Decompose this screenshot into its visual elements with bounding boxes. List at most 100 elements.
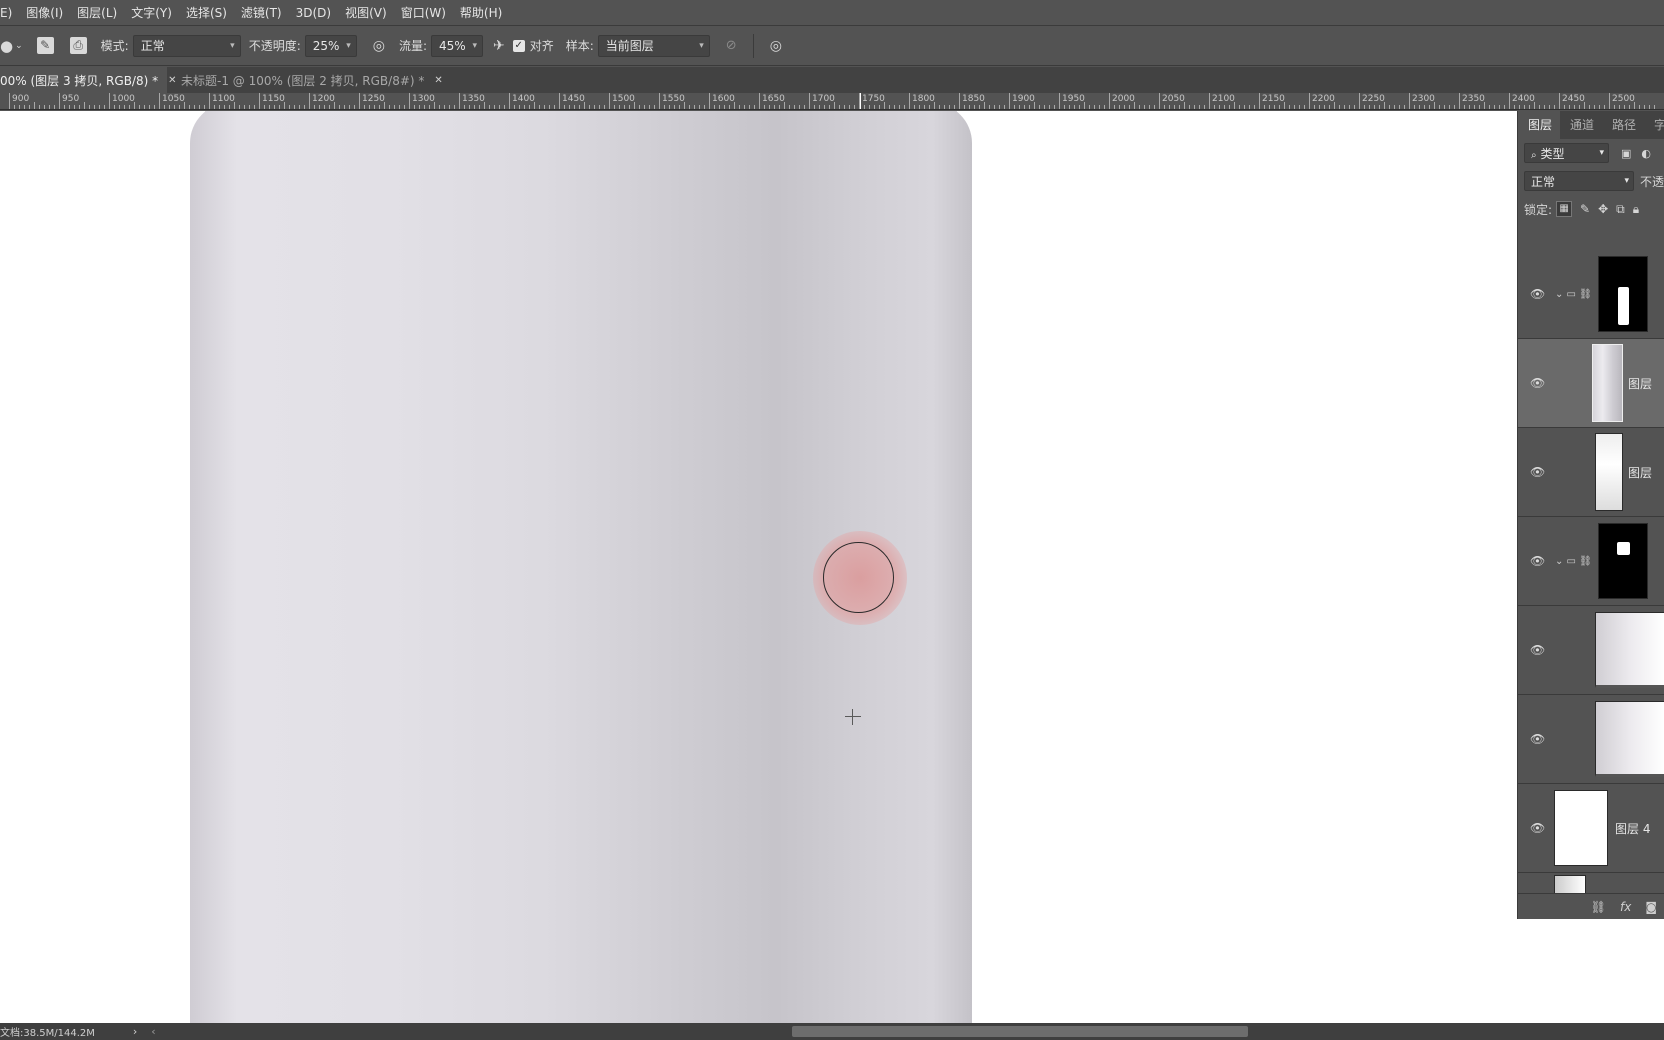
menu-window[interactable]: 窗口(W) (401, 4, 446, 21)
ruler-label: 1650 (762, 94, 785, 104)
layer-group-2[interactable]: 👁︎ ⌄ ▭ ⛓ (1518, 517, 1664, 606)
layer-bottle-selected[interactable]: 👁︎ 图层 (1518, 339, 1664, 428)
group-folder-icon[interactable]: ⌄ ▭ ⛓ (1555, 556, 1592, 567)
link-layers-icon[interactable]: ⛓ (1591, 900, 1606, 914)
blend-mode-select[interactable]: 正常 ▾ (1524, 171, 1634, 191)
eye-icon[interactable]: 👁︎ (1530, 465, 1545, 479)
ruler-minor-tick (729, 105, 730, 109)
flow-field[interactable]: 45% ▾ (431, 34, 483, 57)
menu-help[interactable]: 帮助(H) (460, 4, 502, 21)
ruler-minor-tick (994, 105, 995, 109)
ruler-label: 1850 (962, 94, 985, 104)
mode-select[interactable]: 正常 ▾ (132, 34, 241, 57)
ruler-minor-tick (1189, 105, 1190, 109)
ruler-label: 1250 (362, 94, 385, 104)
pressure-size-icon[interactable]: ◎ (770, 38, 782, 54)
layer-gradient-1[interactable]: 👁︎ (1518, 606, 1664, 695)
ruler-minor-tick (1069, 105, 1070, 109)
ruler-minor-tick (654, 105, 655, 109)
brush-settings-icon[interactable]: ✎ (36, 37, 54, 54)
brush-preset-icon[interactable]: ● (0, 37, 13, 55)
airbrush-icon[interactable]: ✈ (493, 38, 505, 54)
layer-partial[interactable] (1518, 873, 1664, 893)
align-checkbox[interactable]: ✓ (512, 39, 525, 52)
ruler-minor-tick (624, 105, 625, 109)
fx-icon[interactable]: fx (1620, 900, 1631, 914)
ruler-minor-tick (1254, 105, 1255, 109)
ruler-minor-tick (889, 105, 890, 109)
layer-gradient-2[interactable]: 👁︎ (1518, 695, 1664, 784)
menu-layer[interactable]: 图层(L) (77, 4, 117, 21)
menu-image[interactable]: 图像(I) (26, 4, 63, 21)
lock-paint-icon[interactable]: ✎ (1580, 202, 1590, 216)
menu-select[interactable]: 选择(S) (186, 4, 227, 21)
ruler-minor-tick (989, 105, 990, 109)
ruler-minor-tick (464, 105, 465, 109)
tab-layers[interactable]: 图层 (1518, 110, 1561, 139)
ruler-major-tick (509, 93, 510, 109)
tab-active-document[interactable]: 00% (图层 3 拷贝, RGB/8) * ✕ (0, 67, 177, 93)
menu-type[interactable]: 文字(Y) (131, 4, 172, 21)
status-menu-arrow[interactable]: › (133, 1025, 137, 1038)
adjustment-filter-icon[interactable]: ◐ (1641, 147, 1651, 160)
ruler-minor-tick (1554, 105, 1555, 109)
menu-edit[interactable]: E) (0, 6, 12, 20)
ruler-minor-tick (319, 105, 320, 109)
close-icon[interactable]: ✕ (434, 75, 442, 86)
ruler-minor-tick (969, 105, 970, 109)
ruler-minor-tick (1534, 102, 1535, 109)
tab-untitled-document[interactable]: 未标题-1 @ 100% (图层 2 拷贝, RGB/8#) * ✕ (167, 67, 453, 93)
menu-filter[interactable]: 滤镜(T) (241, 4, 282, 21)
ruler-major-tick (1159, 93, 1160, 109)
horizontal-scrollbar[interactable] (792, 1026, 1248, 1037)
ruler-minor-tick (1054, 105, 1055, 109)
menu-view[interactable]: 视图(V) (345, 4, 387, 21)
ruler-minor-tick (1039, 105, 1040, 109)
lock-transparent-icon[interactable]: ▦ (1556, 201, 1573, 217)
eye-icon[interactable]: 👁︎ (1530, 821, 1545, 835)
eye-icon[interactable]: 👁︎ (1530, 643, 1545, 657)
ruler-minor-tick (1574, 105, 1575, 109)
layer-label[interactable]: 👁︎ 图层 (1518, 428, 1664, 517)
tab-more[interactable]: 字 (1644, 116, 1664, 139)
ruler-label: 2150 (1262, 94, 1285, 104)
eye-icon[interactable]: 👁︎ (1530, 732, 1545, 746)
layer-filter-select[interactable]: ⌕ 类型 ▾ (1524, 143, 1609, 163)
ruler-minor-tick (1614, 105, 1615, 109)
clone-source-icon[interactable]: ⎙ (69, 37, 87, 54)
ruler-label: 1700 (812, 94, 835, 104)
chevron-down-icon[interactable]: ⌄ (15, 41, 23, 51)
document-canvas[interactable] (0, 111, 1664, 1023)
image-filter-icon[interactable]: ▣ (1621, 147, 1631, 160)
eye-icon[interactable]: 👁︎ (1530, 554, 1545, 568)
ruler-minor-tick (1479, 105, 1480, 109)
eye-icon[interactable]: 👁︎ (1530, 287, 1545, 301)
sample-select[interactable]: 当前图层 ▾ (597, 34, 710, 57)
add-mask-icon[interactable]: ◙ (1645, 900, 1657, 914)
tab-channels[interactable]: 通道 (1560, 116, 1602, 139)
ruler-major-tick (959, 93, 960, 109)
ruler-minor-tick (1649, 105, 1650, 109)
ruler-minor-tick (879, 105, 880, 109)
scroll-left-icon[interactable]: ‹ (151, 1025, 155, 1038)
ruler-minor-tick (79, 105, 80, 109)
ruler-minor-tick (999, 105, 1000, 109)
lock-move-icon[interactable]: ✥ (1598, 202, 1608, 216)
ruler-minor-tick (639, 105, 640, 109)
opacity-field[interactable]: 25% ▾ (304, 34, 357, 57)
eye-icon[interactable]: 👁︎ (1530, 376, 1545, 390)
horizontal-ruler[interactable]: 900 950 1000 1050 1100 1150 1200 1250 1300 1350 14… (0, 93, 1664, 110)
pressure-opacity-icon[interactable]: ◎ (373, 38, 385, 54)
ruler-minor-tick (1194, 105, 1195, 109)
group-folder-icon[interactable]: ⌄ ▭ ⛓ (1555, 289, 1592, 300)
ruler-minor-tick (1474, 105, 1475, 109)
ignore-adjustment-icon[interactable]: ⊘ (726, 38, 737, 53)
lock-all-icon[interactable]: 🔒︎ (1633, 202, 1639, 217)
layer-4[interactable]: 👁︎ 图层 4 (1518, 784, 1664, 873)
ruler-minor-tick (589, 105, 590, 109)
lock-artboard-icon[interactable]: ⧉ (1616, 202, 1625, 217)
layer-group-1[interactable]: 👁︎ ⌄ ▭ ⛓ (1518, 250, 1664, 339)
menu-3d[interactable]: 3D(D) (296, 6, 331, 20)
tab-paths[interactable]: 路径 (1602, 116, 1644, 139)
ruler-major-tick (159, 93, 160, 109)
